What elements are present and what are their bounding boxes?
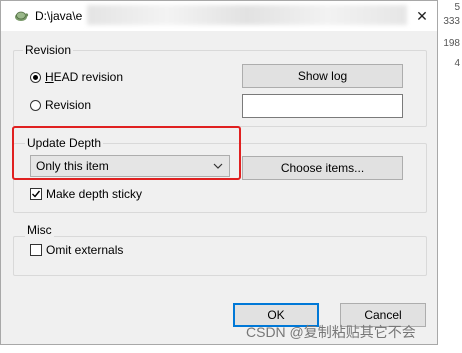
checkmark-icon	[32, 190, 41, 198]
background-window-strip: 5 333 198 4	[438, 0, 462, 353]
revision-number-input[interactable]	[242, 94, 403, 118]
window-title: D:\java\e	[35, 9, 83, 23]
radio-button[interactable]	[30, 71, 41, 83]
radio-selected-dot	[33, 74, 38, 80]
close-icon: ✕	[416, 8, 428, 24]
background-number: 198	[443, 38, 460, 49]
redacted-title-area	[87, 5, 407, 25]
misc-group-label: Misc	[25, 223, 54, 237]
title-bar[interactable]: D:\java\e ✕	[1, 1, 437, 31]
omit-externals-label: Omit externals	[46, 243, 124, 257]
head-revision-label: HEAD revision	[45, 70, 124, 84]
watermark: CSDN @复制粘贴其它不会	[246, 324, 416, 340]
background-number: 333	[443, 16, 460, 27]
background-number: 4	[454, 58, 460, 69]
head-revision-radio[interactable]: HEAD revision	[30, 70, 123, 84]
checkbox[interactable]	[30, 188, 42, 200]
background-number: 5	[454, 2, 460, 13]
make-depth-sticky-label: Make depth sticky	[46, 187, 143, 201]
revision-group-label: Revision	[23, 43, 74, 57]
annotation-highlight-box	[12, 126, 241, 180]
make-depth-sticky-checkbox[interactable]: Make depth sticky	[30, 187, 142, 201]
choose-items-button[interactable]: Choose items...	[242, 156, 403, 180]
revision-radio[interactable]: Revision	[30, 98, 91, 112]
tortoise-app-icon	[13, 7, 29, 23]
close-button[interactable]: ✕	[407, 1, 437, 31]
show-log-button[interactable]: Show log	[242, 64, 403, 88]
radio-button[interactable]	[30, 99, 41, 111]
omit-externals-checkbox[interactable]: Omit externals	[30, 243, 123, 257]
revision-label: Revision	[45, 98, 92, 112]
checkbox[interactable]	[30, 244, 42, 256]
